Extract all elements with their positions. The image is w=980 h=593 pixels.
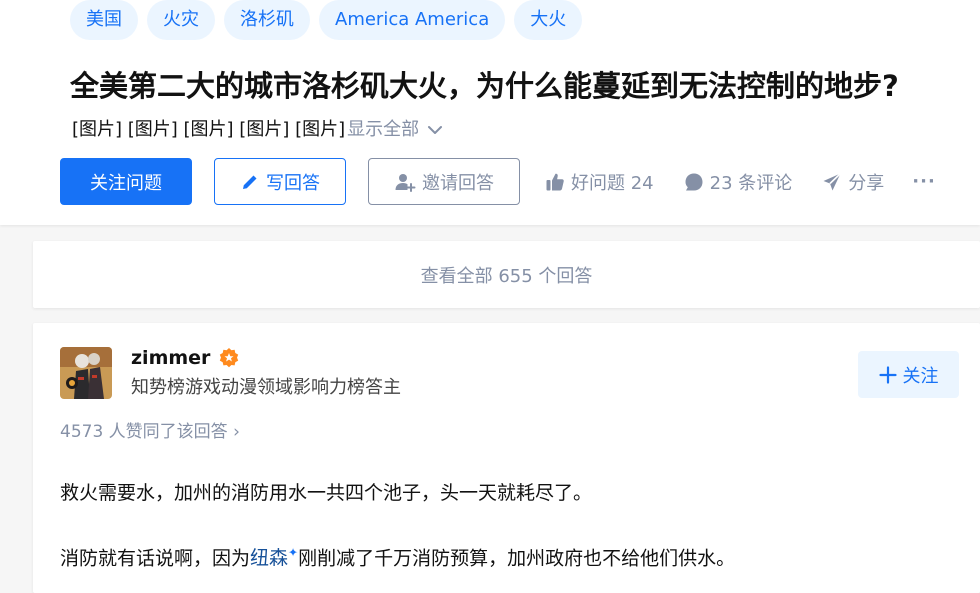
pencil-icon <box>243 175 257 189</box>
verified-badge-icon <box>220 348 239 368</box>
avatar[interactable] <box>60 347 112 399</box>
write-answer-label: 写回答 <box>266 172 320 194</box>
answer-card: zimmer 知势榜游戏动漫领域影响力榜答主 关注 4573 人赞同了该回答 ›… <box>33 323 980 593</box>
keyword-link[interactable]: 纽森✦ <box>250 546 299 570</box>
invite-answer-label: 邀请回答 <box>422 172 494 194</box>
share-icon <box>823 172 842 190</box>
topic-tag[interactable]: 洛杉矶 <box>224 0 310 40</box>
comment-icon <box>685 173 703 190</box>
answer-text: 刚削减了千万消防预算，加州政府也不给他们供水。 <box>298 547 736 570</box>
invite-user-icon <box>395 173 416 192</box>
sparkle-icon: ✦ <box>288 546 299 560</box>
comments-label: 23 条评论 <box>709 172 793 194</box>
thumb-up-icon <box>546 173 564 190</box>
vote-count[interactable]: 4573 人赞同了该回答 › <box>60 418 240 446</box>
view-all-answers-label: 查看全部 655 个回答 <box>420 265 593 287</box>
author-bio: 知势榜游戏动漫领域影响力榜答主 <box>131 377 401 398</box>
good-question-button[interactable]: 好问题 24 <box>545 169 654 195</box>
show-all-label: 显示全部 <box>347 119 420 140</box>
comments-button[interactable]: 23 条评论 <box>684 169 793 195</box>
question-detail-images[interactable]: [图片] [图片] [图片] [图片] [图片] <box>72 116 345 144</box>
keyword-link-label: 纽森 <box>250 547 289 570</box>
chevron-down-icon <box>428 126 443 134</box>
view-all-answers-button[interactable]: 查看全部 655 个回答 <box>33 241 980 308</box>
follow-user-button[interactable]: 关注 <box>858 351 959 398</box>
share-label: 分享 <box>848 172 885 194</box>
question-title: 全美第二大的城市洛杉矶大火，为什么能蔓延到无法控制的地步? <box>70 69 899 103</box>
write-answer-button[interactable]: 写回答 <box>214 158 346 205</box>
follow-question-button[interactable]: 关注问题 <box>60 158 192 205</box>
topic-list: 美国 火灾 洛杉矶 America America 大火 <box>70 0 583 40</box>
topic-tag[interactable]: America America <box>319 0 506 40</box>
invite-answer-button[interactable]: 邀请回答 <box>368 158 520 205</box>
plus-icon <box>878 365 897 384</box>
share-button[interactable]: 分享 <box>822 169 884 195</box>
follow-user-label: 关注 <box>902 365 939 387</box>
answer-paragraph: 救火需要水，加州的消防用水一共四个池子，头一天就耗尽了。 <box>60 482 593 504</box>
more-button[interactable]: ··· <box>912 171 936 192</box>
topic-tag[interactable]: 火灾 <box>147 0 215 40</box>
topic-tag[interactable]: 美国 <box>70 0 138 40</box>
show-all-button[interactable]: 显示全部 <box>347 116 443 144</box>
author-name-row[interactable]: zimmer <box>131 343 240 373</box>
answer-text: 消防就有话说啊，因为 <box>60 547 251 570</box>
follow-question-label: 关注问题 <box>90 172 162 194</box>
question-header: 美国 火灾 洛杉矶 America America 大火 全美第二大的城市洛杉矶… <box>0 0 980 225</box>
question-actions: 关注问题 写回答 邀请回答 好问题 24 23 条评论 分享 ··· <box>60 158 936 205</box>
good-question-label: 好问题 24 <box>571 172 654 194</box>
topic-tag[interactable]: 大火 <box>514 0 583 40</box>
author-name: zimmer <box>131 347 211 369</box>
more-icon: ··· <box>912 171 936 192</box>
answer-paragraph: 消防就有话说啊，因为纽森✦刚削减了千万消防预算，加州政府也不给他们供水。 <box>60 538 735 573</box>
question-detail: [图片] [图片] [图片] [图片] [图片] 显示全部 <box>72 116 443 144</box>
